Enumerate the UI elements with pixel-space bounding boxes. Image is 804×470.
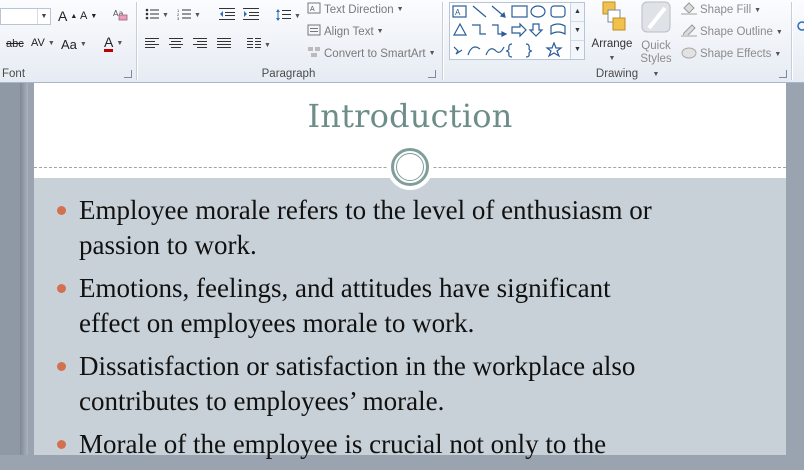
bullet-line: Employee morale refers to the level of e… xyxy=(79,195,652,225)
font-group-label: Font xyxy=(2,68,26,80)
font-group: ▼ A ▲ A ▼ Aa abc AV ▼ Aa ▼ A ▼ Font xyxy=(0,0,136,82)
numbering-button[interactable]: 123 ▼ xyxy=(177,8,201,23)
pencil-icon xyxy=(681,24,697,40)
columns-button[interactable]: ▼ xyxy=(247,38,271,52)
chevron-down-icon[interactable]: ▼ xyxy=(37,9,50,24)
gallery-scroll: ▲ ▼ ▼ xyxy=(570,3,584,59)
slide[interactable]: Introduction Employee morale refers to t… xyxy=(34,83,786,459)
line-spacing-icon xyxy=(275,8,291,25)
arrange-label: Arrange xyxy=(591,38,633,50)
smartart-icon xyxy=(307,46,321,61)
character-spacing-button[interactable]: AV ▼ xyxy=(31,37,55,49)
shape-effects-label: Shape Effects xyxy=(700,48,772,60)
font-color-label: A xyxy=(104,34,114,52)
line-spacing-button[interactable]: ▼ xyxy=(275,8,301,25)
editing-button[interactable] xyxy=(796,20,804,37)
font-dialog-launcher-icon[interactable] xyxy=(124,70,132,78)
align-text-label: Align Text xyxy=(324,25,374,38)
align-center-button[interactable] xyxy=(169,38,183,52)
bullet-item[interactable]: Dissatisfaction or satisfaction in the w… xyxy=(54,349,784,419)
convert-smartart-button[interactable]: Convert to SmartArt ▼ xyxy=(307,46,436,61)
svg-text:A: A xyxy=(455,8,461,17)
bullet-line: Emotions, feelings, and attitudes have s… xyxy=(79,273,611,303)
shape-outline-label: Shape Outline xyxy=(700,26,773,38)
text-direction-label: Text Direction xyxy=(324,3,394,16)
bullet-list[interactable]: Employee morale refers to the level of e… xyxy=(54,193,784,470)
vertical-scrollbar[interactable] xyxy=(786,83,804,455)
strikethrough-button[interactable]: abc xyxy=(6,38,24,50)
align-center-icon xyxy=(169,38,183,52)
shapes-icon: A xyxy=(452,5,566,58)
bullet-line: passion to work. xyxy=(79,230,257,260)
bullet-line: Dissatisfaction or satisfaction in the w… xyxy=(79,351,636,381)
align-text-button[interactable]: Align Text ▼ xyxy=(307,24,384,39)
paragraph-group: ▼ 123 ▼ ▼ A Text Direction ▼ Align Text … xyxy=(137,0,440,82)
change-case-label: Aa xyxy=(61,37,77,52)
arrange-icon xyxy=(597,0,627,38)
font-color-button[interactable]: A ▼ xyxy=(104,35,123,52)
align-right-icon xyxy=(193,38,207,52)
svg-text:A: A xyxy=(310,6,315,13)
bullet-item[interactable]: Morale of the employee is crucial not on… xyxy=(54,427,784,462)
paragraph-group-label: Paragraph xyxy=(261,68,316,80)
ornament-core xyxy=(396,153,424,181)
convert-smartart-label: Convert to SmartArt xyxy=(324,47,426,60)
shape-outline-button[interactable]: Shape Outline ▼ xyxy=(681,24,783,40)
slide-title[interactable]: Introduction xyxy=(34,97,786,135)
paragraph-dialog-launcher-icon[interactable] xyxy=(428,70,436,78)
align-left-button[interactable] xyxy=(145,38,159,52)
gallery-up-icon[interactable]: ▲ xyxy=(571,3,584,22)
shrink-font-button[interactable]: A ▼ xyxy=(80,10,97,22)
strikethrough-label: abc xyxy=(6,38,24,50)
arrange-button[interactable]: Arrange ▼ xyxy=(589,0,635,65)
slide-pane-background xyxy=(0,83,20,455)
ribbon: ▼ A ▲ A ▼ Aa abc AV ▼ Aa ▼ A ▼ Font ▼ 1 … xyxy=(0,0,804,83)
bullet-line: effect on employees morale to work. xyxy=(79,308,475,338)
numbered-list-icon: 123 xyxy=(177,8,191,23)
bullets-button[interactable]: ▼ xyxy=(145,8,169,23)
svg-text:3: 3 xyxy=(177,16,180,20)
align-right-button[interactable] xyxy=(193,38,207,52)
shrink-font-label: A xyxy=(80,10,88,22)
character-spacing-label: AV xyxy=(31,37,45,49)
separator xyxy=(791,2,792,80)
columns-icon xyxy=(247,38,261,52)
clear-formatting-button[interactable]: Aa xyxy=(112,6,128,25)
gallery-more-icon[interactable]: ▼ xyxy=(571,41,584,59)
quick-styles-icon xyxy=(639,0,673,40)
bullet-item[interactable]: Emotions, feelings, and attitudes have s… xyxy=(54,271,784,341)
bullet-list-icon xyxy=(145,8,159,23)
increase-indent-button[interactable] xyxy=(243,8,259,23)
paint-bucket-icon xyxy=(681,2,697,18)
grow-font-button[interactable]: A ▲ xyxy=(58,8,77,24)
gallery-down-icon[interactable]: ▼ xyxy=(571,22,584,41)
align-left-icon xyxy=(145,38,159,52)
decrease-indent-button[interactable] xyxy=(219,8,235,23)
find-icon xyxy=(796,20,804,37)
font-size-combo[interactable]: ▼ xyxy=(0,8,51,25)
quick-styles-button[interactable]: Quick Styles ▼ xyxy=(636,0,676,81)
shape-fill-label: Shape Fill xyxy=(700,4,752,16)
change-case-button[interactable]: Aa ▼ xyxy=(61,37,87,52)
text-direction-icon: A xyxy=(307,2,321,17)
shapes-gallery[interactable]: A ▲ ▼ ▼ xyxy=(449,2,585,60)
shape-effects-icon xyxy=(681,46,697,62)
grow-font-label: A xyxy=(58,8,68,24)
drawing-dialog-launcher-icon[interactable] xyxy=(779,70,787,78)
quick-styles-label-line1: Quick xyxy=(641,40,671,52)
bullet-line: contributes to employees’ morale. xyxy=(79,386,445,416)
bullet-item[interactable]: Employee morale refers to the level of e… xyxy=(54,193,784,263)
eraser-icon: Aa xyxy=(112,6,128,25)
text-direction-button[interactable]: A Text Direction ▼ xyxy=(307,2,404,17)
slide-pane-edge xyxy=(20,83,28,455)
justify-button[interactable] xyxy=(217,38,231,52)
drawing-group-label: Drawing xyxy=(595,68,639,80)
align-text-icon xyxy=(307,24,321,39)
increase-indent-icon xyxy=(243,8,259,23)
shape-effects-button[interactable]: Shape Effects ▼ xyxy=(681,46,781,62)
decrease-indent-icon xyxy=(219,8,235,23)
shape-fill-button[interactable]: Shape Fill ▼ xyxy=(681,2,761,18)
quick-styles-label-line2: Styles xyxy=(640,53,672,65)
justify-icon xyxy=(217,38,231,52)
